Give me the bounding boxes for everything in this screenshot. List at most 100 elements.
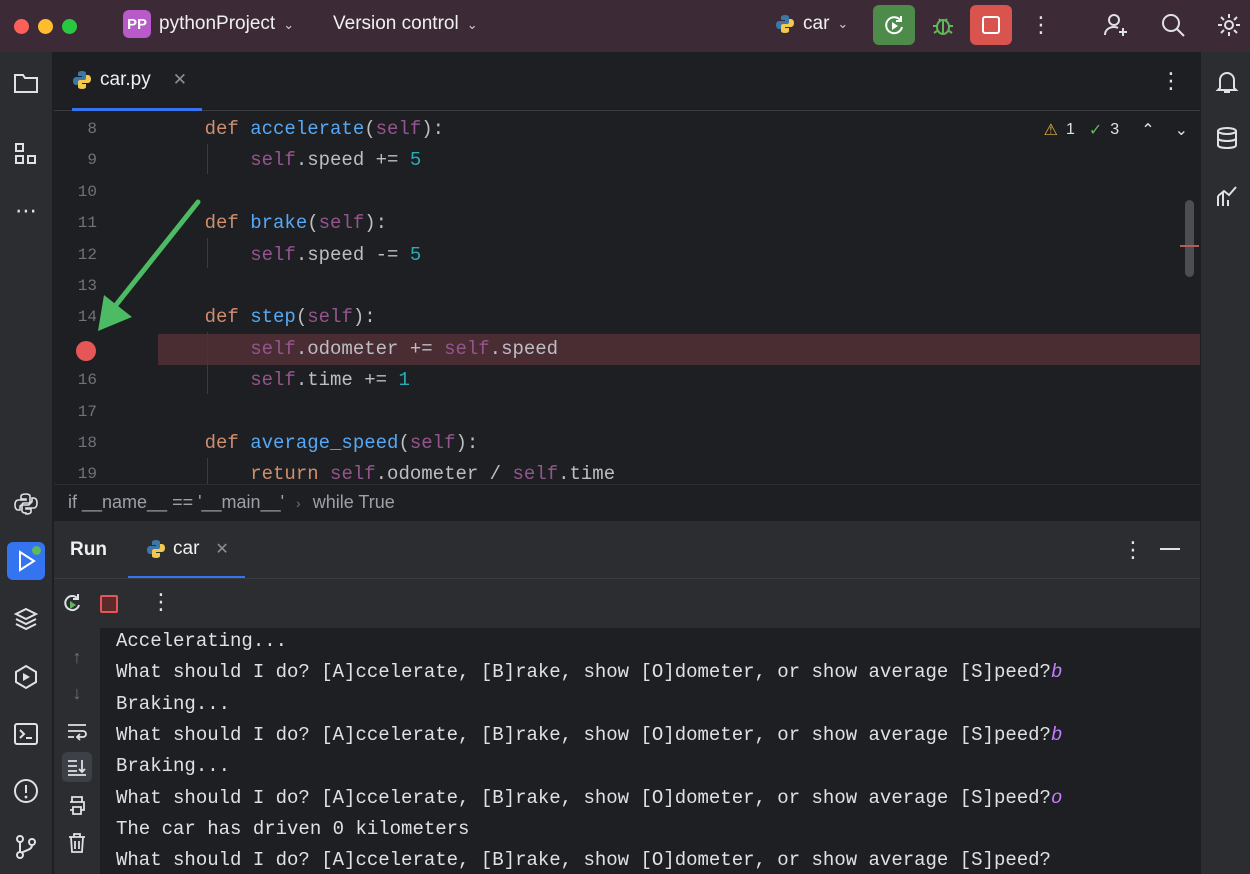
console-text: Braking... [116, 755, 231, 778]
structure-tool-button[interactable] [7, 135, 45, 173]
terminal-tool-button[interactable] [7, 715, 45, 753]
editor-scrollbar[interactable] [1185, 200, 1194, 277]
print-button[interactable] [62, 790, 92, 820]
project-badge[interactable]: PP [123, 10, 151, 38]
notifications-button[interactable] [1211, 66, 1243, 98]
services-icon [15, 664, 37, 690]
editor-more-button[interactable]: ⋮ [1160, 68, 1182, 94]
code-token: ( [398, 432, 410, 454]
minimize-panel-button[interactable] [1160, 548, 1180, 550]
more-tools-button[interactable]: ⋯ [7, 192, 45, 230]
code-token: .speed [489, 337, 559, 360]
packages-tool-button[interactable] [7, 600, 45, 638]
services-tool-button[interactable] [7, 658, 45, 696]
close-icon[interactable]: ✕ [215, 539, 228, 559]
window-controls [14, 18, 77, 34]
code-token: self [330, 463, 376, 484]
code-token: 1 [398, 369, 410, 392]
line-number[interactable]: 8 [54, 120, 97, 138]
vcs-menu[interactable]: Version control ⌄ [333, 13, 478, 35]
breakpoint-scroll-mark [1180, 245, 1199, 247]
arrow-down-icon[interactable]: ↓ [62, 678, 92, 708]
debug-button[interactable] [928, 10, 958, 40]
database-button[interactable] [1211, 122, 1243, 154]
console-text: Braking... [116, 692, 231, 715]
run-panel-header: Run car ✕ ⋮ [54, 520, 1200, 579]
console-text: What should I do? [A]ccelerate, [B]rake,… [116, 661, 1051, 684]
python-console-icon [14, 493, 38, 515]
code-token: self [318, 212, 365, 235]
settings-button[interactable] [1214, 10, 1244, 40]
run-tool-button[interactable] [7, 542, 45, 580]
line-number[interactable]: 19 [54, 465, 97, 483]
chevron-up-icon[interactable]: ⌃ [1141, 120, 1154, 140]
rerun-button[interactable] [60, 591, 84, 620]
add-user-button[interactable] [1101, 10, 1131, 40]
code-token: ): [352, 306, 376, 329]
clear-console-button[interactable] [62, 828, 92, 858]
minimize-window-button[interactable] [38, 18, 53, 34]
close-icon[interactable]: ✕ [173, 70, 187, 90]
console-output[interactable]: Accelerating... What should I do? [A]ccel… [100, 628, 1200, 874]
line-number[interactable]: 17 [54, 403, 97, 421]
code-token: .speed -= [295, 243, 410, 266]
line-number[interactable]: 9 [54, 151, 97, 169]
rerun-button[interactable] [873, 5, 915, 45]
soft-wrap-button[interactable] [62, 716, 92, 746]
breadcrumb-item[interactable]: while True [313, 492, 395, 513]
editor-tab-car-py[interactable]: car.py ✕ [72, 52, 202, 111]
code-token: ): [455, 432, 479, 454]
run-panel-title: Run [70, 539, 107, 560]
run-panel-more-button[interactable]: ⋮ [1122, 537, 1144, 563]
code-token: self [250, 369, 296, 392]
code-token: .time [558, 463, 616, 484]
console-line: What should I do? [A]ccelerate, [B]rake,… [116, 849, 1051, 871]
bell-icon [1215, 72, 1239, 93]
stop-button[interactable] [100, 595, 118, 613]
project-name: pythonProject [159, 13, 276, 34]
problems-tool-button[interactable] [7, 772, 45, 810]
arrow-up-icon[interactable]: ↑ [62, 642, 92, 672]
folder-icon [14, 74, 38, 93]
scroll-to-end-button[interactable] [62, 752, 92, 782]
line-number[interactable]: 16 [54, 371, 97, 389]
chevron-down-icon[interactable]: ⌄ [1175, 120, 1188, 140]
more-actions-button[interactable]: ⋮ [1026, 10, 1056, 40]
run-tab-label: car [173, 537, 200, 559]
code-token: def [204, 432, 251, 454]
zoom-window-button[interactable] [62, 18, 77, 34]
chart-icon [1217, 186, 1237, 206]
code-editor[interactable]: def accelerate(self): self.speed += 5 de… [54, 112, 1200, 484]
stop-button[interactable] [970, 5, 1012, 45]
inspection-widget[interactable]: ⚠ 1 ✓ 3 ⌃ ⌄ [1044, 120, 1188, 140]
code-token: self [444, 337, 490, 360]
project-tool-button[interactable] [7, 64, 45, 102]
run-tab-car[interactable]: car ✕ [128, 521, 245, 579]
python-console-button[interactable] [7, 485, 45, 523]
close-window-button[interactable] [14, 18, 29, 34]
code-token: .odometer += [295, 337, 445, 360]
run-toolbar-more-button[interactable]: ⋮ [150, 589, 172, 615]
run-config-selector[interactable]: car ⌄ [775, 13, 848, 35]
git-branch-icon [16, 835, 36, 859]
search-button[interactable] [1158, 10, 1188, 40]
search-icon [1162, 14, 1185, 37]
add-user-icon [1104, 14, 1127, 36]
sciview-button[interactable] [1211, 180, 1243, 212]
line-number[interactable]: 18 [54, 434, 97, 452]
running-indicator [32, 546, 41, 555]
console-line: What should I do? [A]ccelerate, [B]rake,… [116, 661, 1062, 683]
breakpoint-marker[interactable] [76, 341, 96, 361]
console-line: Braking... [116, 693, 230, 715]
project-selector[interactable]: pythonProject ⌄ [159, 13, 294, 35]
warning-icon: ⚠ [1043, 122, 1058, 139]
breadcrumb-item[interactable]: if __name__ == '__main__' [68, 492, 284, 513]
code-token: self [375, 118, 422, 140]
chevron-down-icon: ⌄ [837, 16, 849, 31]
code-token: brake [250, 212, 308, 235]
bug-icon [933, 18, 953, 35]
git-tool-button[interactable] [7, 828, 45, 866]
